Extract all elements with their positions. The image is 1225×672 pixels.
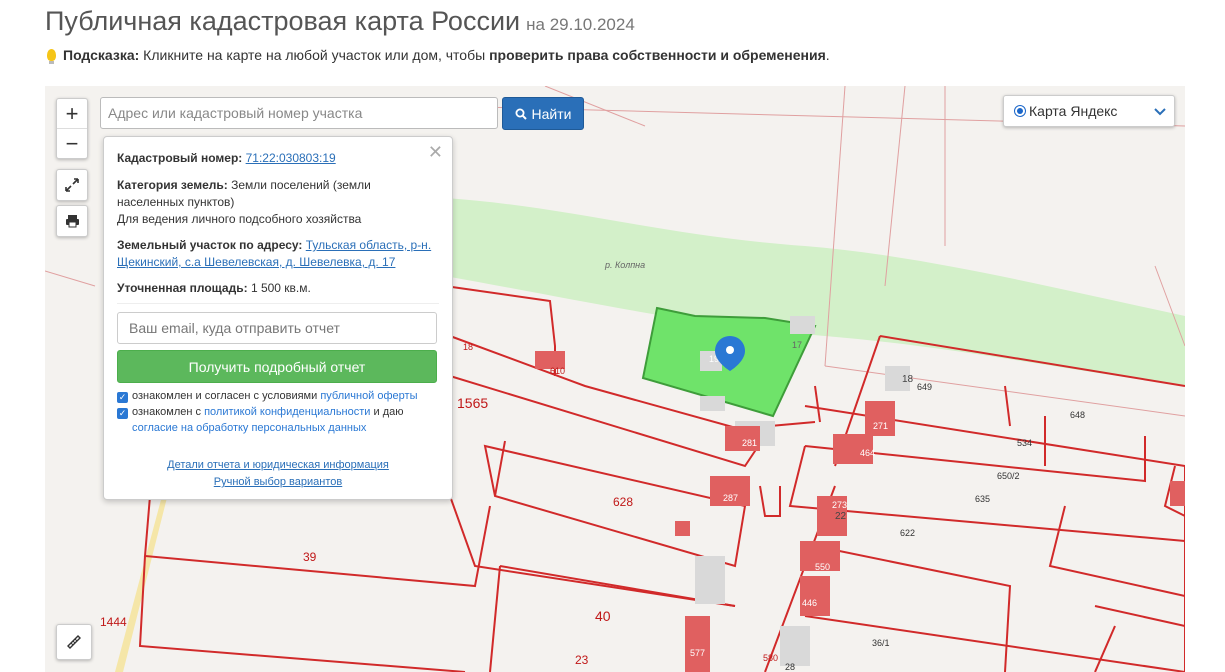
- parcel-label: 18: [902, 374, 914, 385]
- parcel-label: 271: [873, 421, 888, 431]
- parcel-label: 577: [690, 648, 705, 658]
- privacy-consent-checkbox-row: ✓ ознакомлен с политикой конфиденциальнос…: [117, 404, 437, 436]
- email-field[interactable]: [117, 312, 437, 344]
- expand-icon: [65, 178, 79, 192]
- cadastral-number-link[interactable]: 71:22:030803:19: [246, 151, 336, 165]
- parcel-label: 287: [723, 493, 738, 503]
- cadastral-number-row: Кадастровый номер: 71:22:030803:19: [117, 150, 439, 167]
- fullscreen-button[interactable]: [56, 169, 88, 201]
- parcel-label: 1444: [100, 615, 127, 629]
- parcel-label: 446: [802, 598, 817, 608]
- personal-data-consent-link[interactable]: согласие на обработку персональных данны…: [132, 422, 366, 434]
- category-row: Категория земель: Земли поселений (земли…: [117, 177, 439, 228]
- consent2-mid: и даю: [370, 406, 404, 418]
- parcel-label: 610: [550, 366, 565, 376]
- usage-value: Для ведения личного подсобного хозяйства: [117, 212, 362, 226]
- parcel-label: 622: [900, 528, 915, 538]
- hint-label: Подсказка:: [63, 47, 140, 63]
- radio-selected-icon: [1014, 105, 1026, 117]
- find-button[interactable]: Найти: [502, 97, 584, 130]
- parcel-label: 18: [463, 342, 473, 352]
- checkbox-checked-icon[interactable]: ✓: [117, 408, 128, 419]
- parcel-label: 17: [792, 340, 802, 350]
- hint-line: Подсказка: Кликните на карте на любой уч…: [47, 47, 830, 64]
- address-label: Земельный участок по адресу:: [117, 238, 303, 252]
- parcel-label: 273: [832, 500, 847, 510]
- consent2-text: ознакомлен с: [132, 406, 205, 418]
- ruler-icon: [67, 635, 81, 649]
- cadastral-label: Кадастровый номер:: [117, 151, 243, 165]
- public-offer-link[interactable]: публичной оферты: [320, 390, 417, 402]
- hint-bold-text: проверить права собственности и обремене…: [489, 47, 826, 63]
- parcel-label: 39: [303, 550, 317, 564]
- search-input[interactable]: [100, 97, 498, 129]
- parcel-info-popup: ✕ Кадастровый номер: 71:22:030803:19 Кат…: [103, 136, 453, 500]
- manual-selection-link[interactable]: Ручной выбор вариантов: [214, 476, 342, 488]
- parcel-label: 649: [917, 382, 932, 392]
- parcel-label: 635: [975, 494, 990, 504]
- parcel-label: 22: [835, 511, 847, 522]
- details-link-row: Детали отчета и юридическая информация: [104, 459, 452, 471]
- map-layer-label: Карта Яндекс: [1029, 103, 1118, 119]
- area-label: Уточненная площадь:: [117, 281, 248, 295]
- report-details-link[interactable]: Детали отчета и юридическая информация: [167, 459, 389, 471]
- map-layer-select[interactable]: Карта Яндекс: [1003, 95, 1175, 127]
- find-button-label: Найти: [531, 105, 572, 122]
- parcel-label: 648: [1070, 410, 1085, 420]
- page-title: Публичная кадастровая карта России на 29.…: [45, 6, 635, 37]
- lightbulb-icon: [47, 49, 56, 64]
- zoom-out-button[interactable]: −: [57, 128, 87, 158]
- parcel-label: 36/1: [872, 638, 890, 648]
- parcel-label: 628: [613, 495, 633, 509]
- hint-text: Кликните на карте на любой участок или д…: [139, 47, 490, 63]
- river-label: р. Колпна: [604, 260, 645, 270]
- area-row: Уточненная площадь: 1 500 кв.м.: [117, 280, 439, 297]
- page-title-date: на 29.10.2024: [526, 15, 635, 34]
- parcel-label: 281: [742, 438, 757, 448]
- get-report-button[interactable]: Получить подробный отчет: [117, 350, 437, 383]
- parcel-label: 534: [1017, 438, 1032, 448]
- parcel-label: 650/2: [997, 471, 1020, 481]
- parcel-label: 28: [785, 662, 795, 672]
- parcel-label: 464: [860, 448, 875, 458]
- zoom-controls: + −: [56, 98, 88, 159]
- area-value: 1 500 кв.м.: [250, 281, 311, 295]
- chevron-down-icon: [1154, 103, 1166, 119]
- hint-end: .: [825, 47, 830, 63]
- parcel-label: 550: [815, 562, 830, 572]
- checkbox-checked-icon[interactable]: ✓: [117, 392, 128, 403]
- category-label: Категория земель:: [117, 178, 228, 192]
- parcel-label: 40: [595, 608, 611, 624]
- parcel-label: 580: [763, 653, 778, 663]
- page-title-text: Публичная кадастровая карта России: [45, 6, 521, 36]
- consent1-text: ознакомлен и согласен с условиями: [132, 390, 321, 402]
- offer-consent-checkbox-row: ✓ ознакомлен и согласен с условиями публи…: [117, 388, 437, 404]
- cadastral-map[interactable]: р. Колпна 18 610 1565 19 17 18 649 648 2…: [45, 86, 1185, 672]
- manual-link-row: Ручной выбор вариантов: [104, 476, 452, 488]
- address-row: Земельный участок по адресу: Тульская об…: [117, 237, 439, 271]
- ruler-button[interactable]: [56, 624, 92, 660]
- privacy-policy-link[interactable]: политикой конфиденциальности: [204, 406, 370, 418]
- divider: [117, 303, 439, 304]
- parcel-label: 23: [575, 653, 589, 667]
- search-icon: [515, 108, 527, 120]
- parcel-label: 1565: [457, 395, 488, 411]
- print-button[interactable]: [56, 205, 88, 237]
- zoom-in-button[interactable]: +: [57, 99, 87, 128]
- printer-icon: [65, 215, 79, 228]
